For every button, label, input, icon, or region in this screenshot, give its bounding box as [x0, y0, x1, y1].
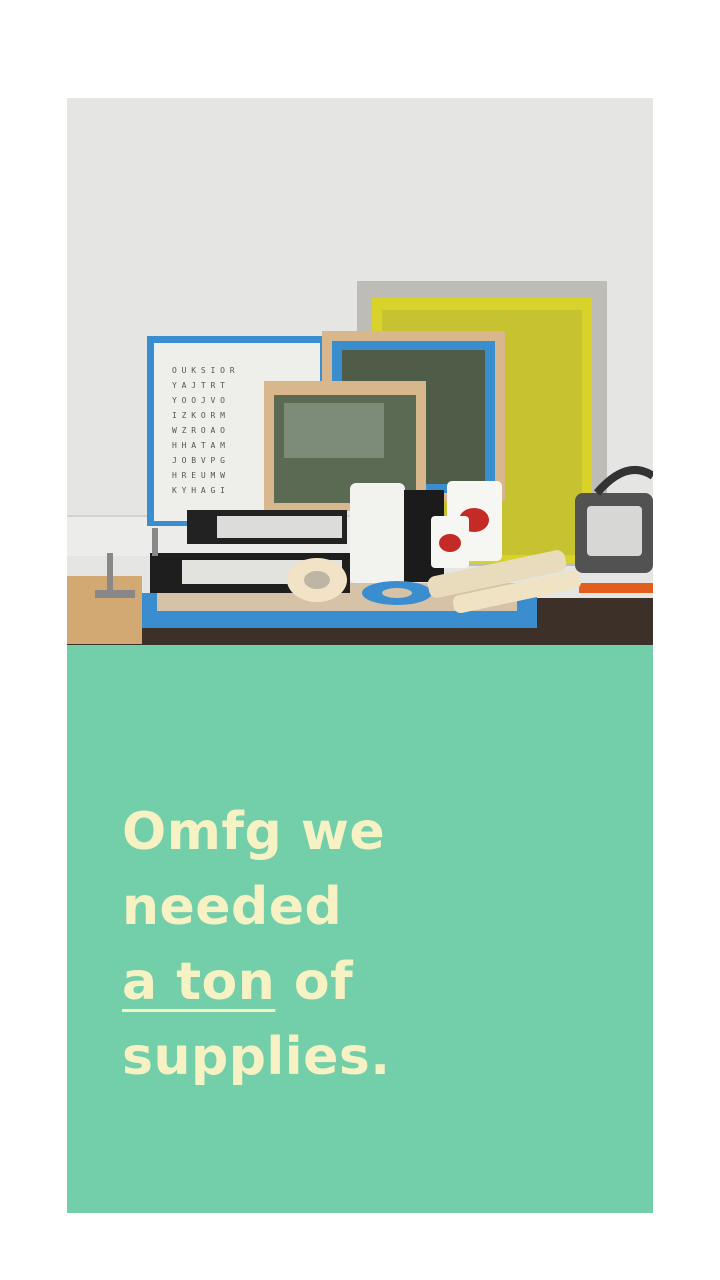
supplies-photo: O U K S I O R Y A J T R T Y O O J V O I …: [67, 98, 653, 645]
supplies-illustration: O U K S I O R Y A J T R T Y O O J V O I …: [67, 98, 653, 645]
headline-line-2: needed: [122, 877, 343, 937]
svg-text:W Z R O A O: W Z R O A O: [172, 426, 225, 435]
svg-text:Y O O J V O: Y O O J V O: [172, 396, 225, 405]
headline-underlined-phrase: a ton: [122, 952, 276, 1012]
svg-text:H H A T A M: H H A T A M: [172, 441, 225, 450]
headline-panel: Omfg we needed a ton of supplies.: [67, 645, 653, 1213]
svg-text:H R E U M W: H R E U M W: [172, 471, 225, 480]
headline-line-3: a ton of: [122, 945, 592, 1020]
svg-text:Y A J T R T: Y A J T R T: [172, 381, 225, 390]
headline-line-3-rest: of: [275, 952, 354, 1012]
svg-text:J O B V P G: J O B V P G: [172, 456, 225, 465]
headline-line-1: Omfg we: [122, 802, 386, 862]
headline-line-4: supplies.: [122, 1027, 391, 1087]
svg-text:K Y H A G I: K Y H A G I: [172, 486, 225, 495]
svg-text:O U K S I O R: O U K S I O R: [172, 366, 235, 375]
story-card: O U K S I O R Y A J T R T Y O O J V O I …: [67, 98, 653, 1213]
svg-text:I Z K O R M: I Z K O R M: [172, 411, 225, 420]
headline: Omfg we needed a ton of supplies.: [122, 795, 592, 1095]
